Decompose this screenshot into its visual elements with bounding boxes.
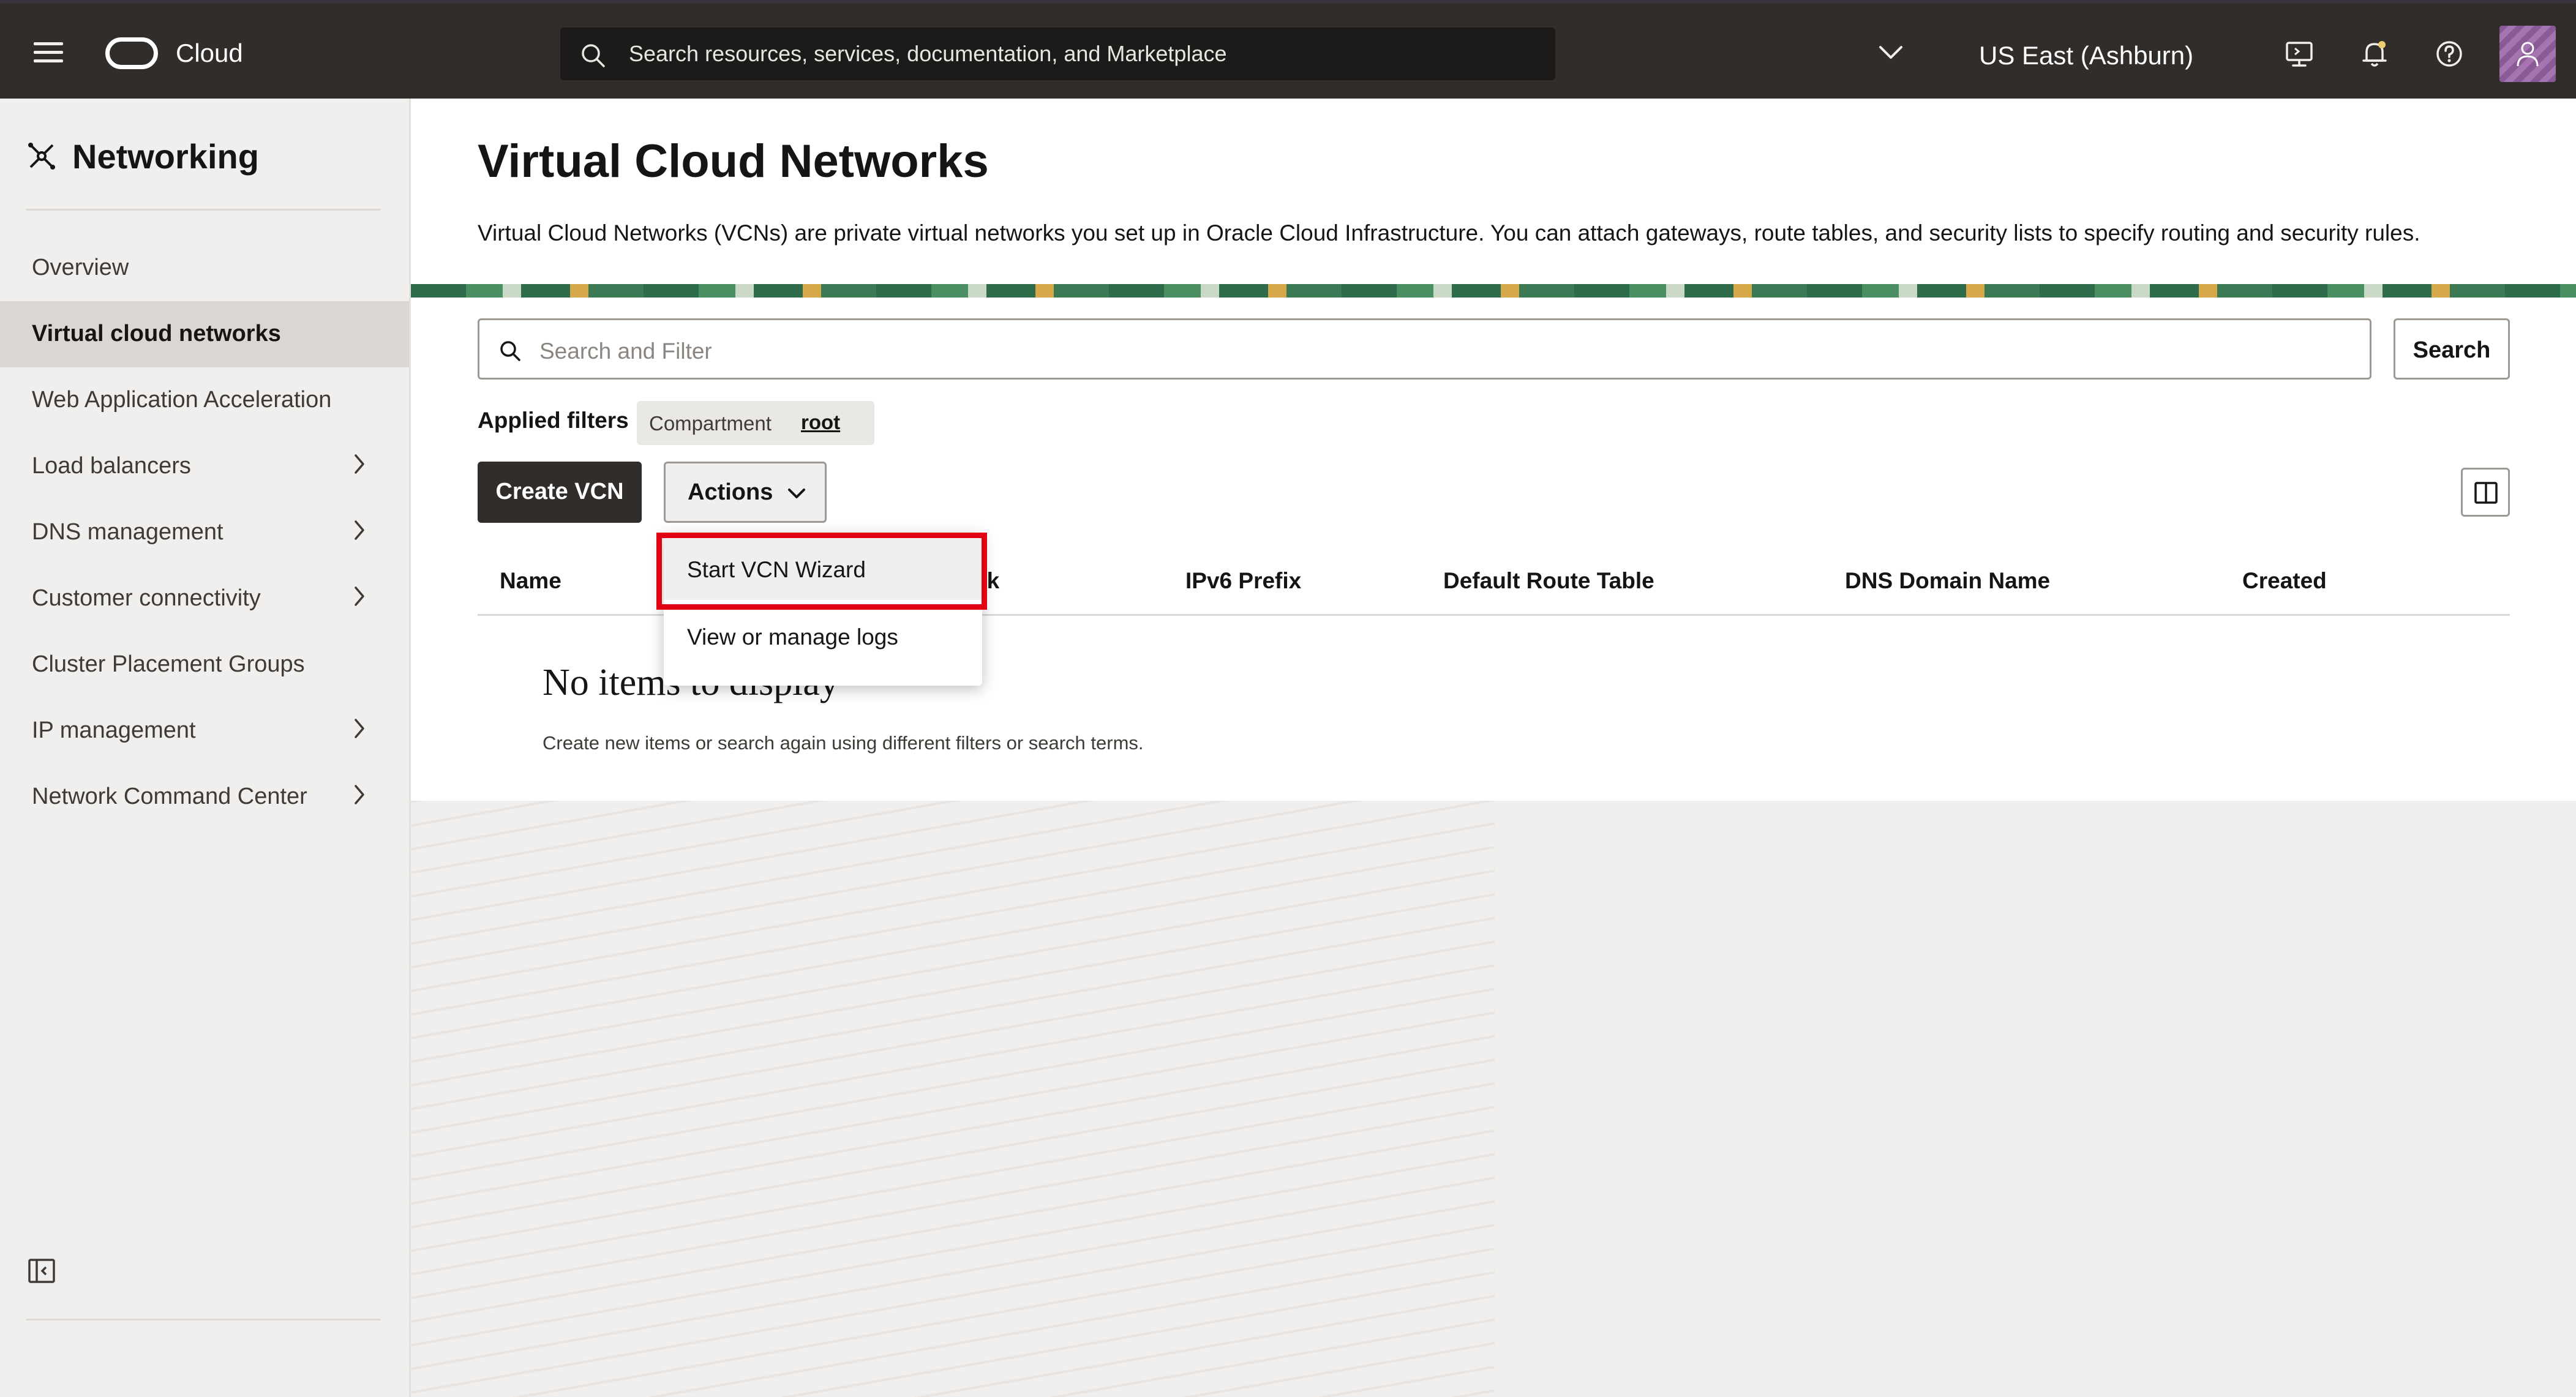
columns-icon <box>2474 482 2498 504</box>
sidebar-item-network-command-center[interactable]: Network Command Center <box>0 764 409 830</box>
sidebar-item-dns-management[interactable]: DNS management <box>0 500 409 566</box>
filter-chip-key: Compartment <box>649 412 772 435</box>
background-pattern <box>411 801 1495 1397</box>
divider <box>26 1319 381 1320</box>
search-button-label: Search <box>2413 337 2491 363</box>
top-bar: Cloud Search resources, services, docume… <box>0 0 2576 99</box>
sidebar-item-label: Load balancers <box>32 453 191 479</box>
user-avatar-icon[interactable] <box>2499 26 2556 82</box>
column-header-ipv6-prefix[interactable]: IPv6 Prefix <box>1185 568 1301 594</box>
networking-icon <box>28 143 55 170</box>
menu-item-view-manage-logs[interactable]: View or manage logs <box>664 606 982 667</box>
filter-chip-value-link[interactable]: root <box>801 411 840 434</box>
sidebar-item-ip-management[interactable]: IP management <box>0 698 409 764</box>
search-icon <box>500 341 520 361</box>
create-vcn-label: Create VCN <box>495 479 624 504</box>
chevron-right-icon <box>355 520 364 540</box>
chevron-down-icon[interactable] <box>1877 43 1905 62</box>
search-icon <box>582 44 605 67</box>
sidebar-item-label: IP management <box>32 717 196 743</box>
chevron-right-icon <box>355 586 364 606</box>
page-title: Virtual Cloud Networks <box>478 135 989 187</box>
oracle-logo-icon[interactable] <box>105 37 158 69</box>
sidebar-item-label: DNS management <box>32 519 223 545</box>
chevron-right-icon <box>355 785 364 804</box>
search-button[interactable]: Search <box>2394 318 2510 380</box>
brand-label[interactable]: Cloud <box>176 39 243 68</box>
column-header-default-route-table[interactable]: Default Route Table <box>1443 568 1654 594</box>
create-vcn-button[interactable]: Create VCN <box>478 462 642 523</box>
collapse-sidebar-icon[interactable] <box>27 1256 56 1286</box>
highlight-annotation <box>656 533 987 610</box>
sidebar-item-cluster-placement-groups[interactable]: Cluster Placement Groups <box>0 632 409 698</box>
search-filter-input[interactable]: Search and Filter <box>478 318 2371 380</box>
columns-toggle-button[interactable] <box>2461 468 2510 517</box>
chevron-right-icon <box>355 719 364 738</box>
person-icon <box>2517 42 2539 67</box>
bell-icon[interactable] <box>2359 39 2390 69</box>
global-search-input[interactable]: Search resources, services, documentatio… <box>560 28 1555 80</box>
column-header-created[interactable]: Created <box>2242 568 2327 594</box>
sidebar-item-label: Web Application Acceleration <box>32 387 332 413</box>
sidebar-item-load-balancers[interactable]: Load balancers <box>0 433 409 500</box>
actions-button[interactable]: Actions <box>664 462 827 523</box>
divider <box>26 209 381 211</box>
empty-state-subtitle: Create new items or search again using d… <box>543 732 1144 754</box>
sidebar-item-overview[interactable]: Overview <box>0 235 409 301</box>
sidebar-item-label: Overview <box>32 255 129 280</box>
sidebar-item-label: Virtual cloud networks <box>32 321 281 346</box>
applied-filters-label: Applied filters <box>478 408 629 433</box>
sidebar-item-virtual-cloud-networks[interactable]: Virtual cloud networks <box>0 301 409 367</box>
decorative-banner <box>411 284 2576 298</box>
chevron-right-icon <box>355 454 364 474</box>
sidebar-title: Networking <box>72 137 259 176</box>
sidebar: Networking Overview Virtual cloud networ… <box>0 99 411 1397</box>
sidebar-item-label: Customer connectivity <box>32 585 261 611</box>
chevron-down-icon <box>788 489 805 498</box>
menu-item-label: View or manage logs <box>687 624 898 650</box>
menu-icon[interactable] <box>34 42 63 63</box>
filter-chip-compartment[interactable]: Compartment root <box>637 401 874 445</box>
global-search-placeholder: Search resources, services, documentatio… <box>629 41 1227 66</box>
sidebar-item-customer-connectivity[interactable]: Customer connectivity <box>0 566 409 632</box>
sidebar-item-web-application-acceleration[interactable]: Web Application Acceleration <box>0 367 409 433</box>
cloud-shell-icon[interactable] <box>2284 39 2315 69</box>
actions-label: Actions <box>688 479 773 505</box>
column-header-name[interactable]: Name <box>500 568 561 594</box>
help-icon[interactable] <box>2434 39 2465 69</box>
region-selector[interactable]: US East (Ashburn) <box>1979 41 2193 70</box>
page-description: Virtual Cloud Networks (VCNs) are privat… <box>478 220 2420 245</box>
column-header-dns-domain-name[interactable]: DNS Domain Name <box>1845 568 2050 594</box>
sidebar-item-label: Cluster Placement Groups <box>32 651 305 677</box>
search-filter-placeholder: Search and Filter <box>539 339 712 364</box>
sidebar-item-label: Network Command Center <box>32 784 307 809</box>
